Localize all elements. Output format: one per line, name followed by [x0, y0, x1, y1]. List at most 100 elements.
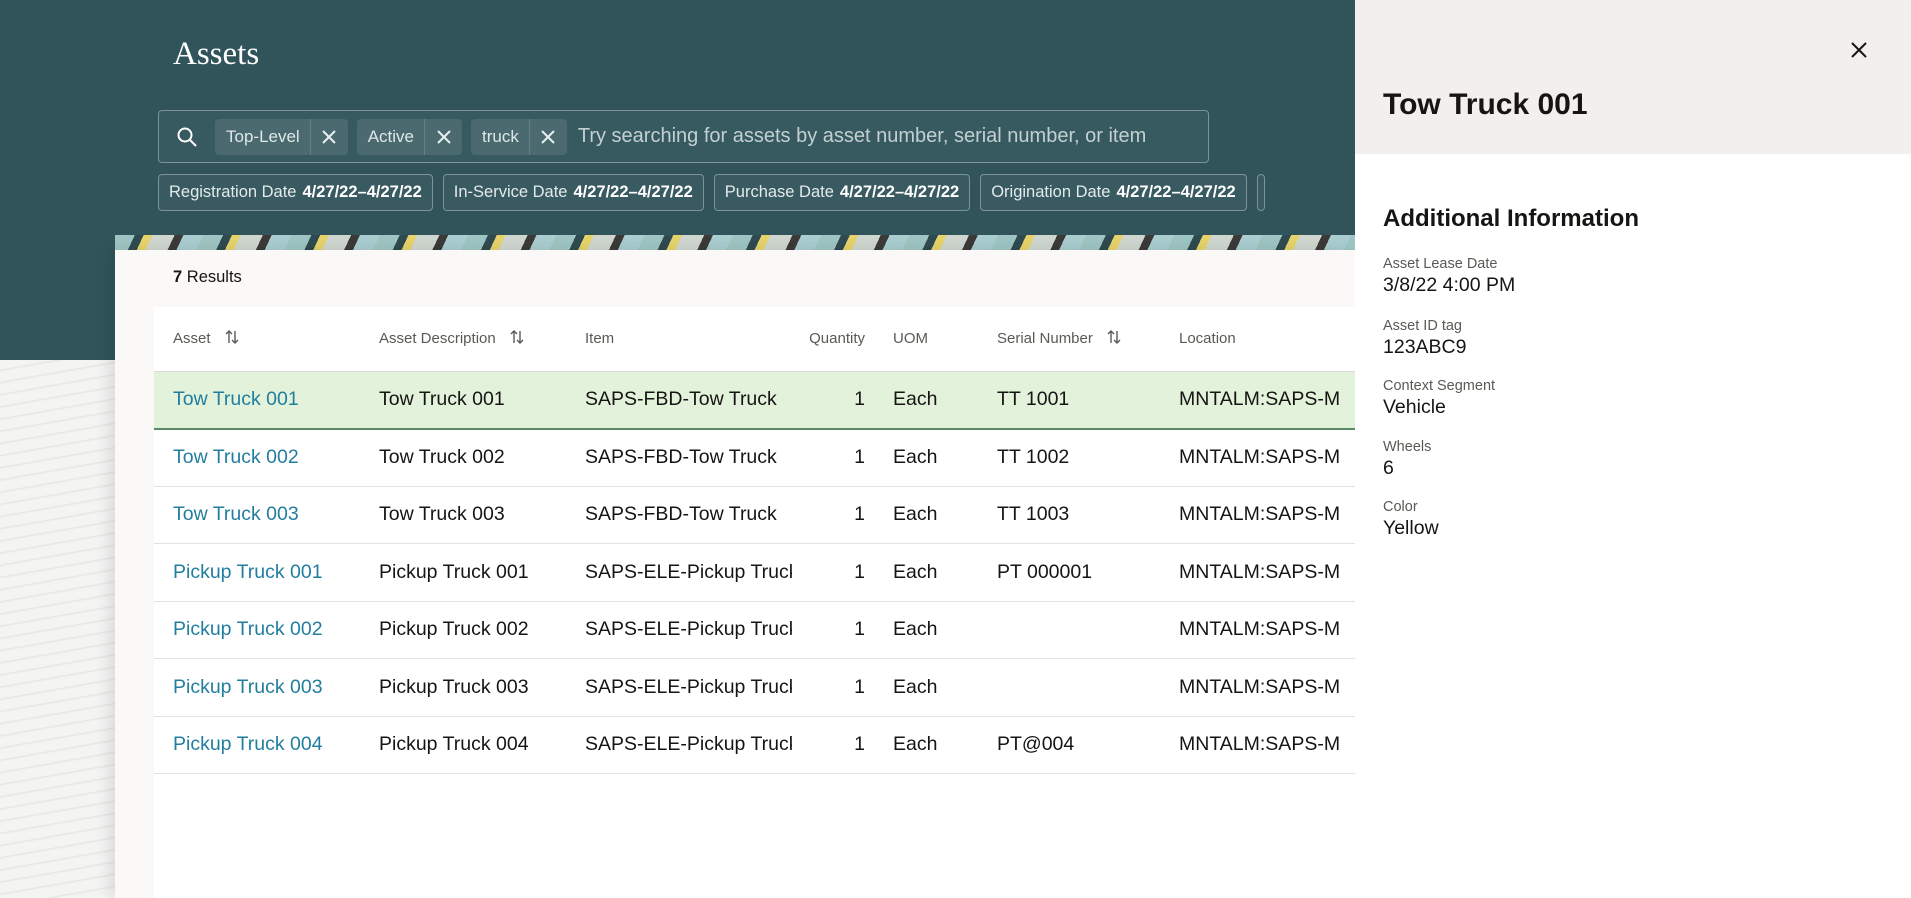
column-header-serial-number[interactable]: Serial Number — [978, 307, 1160, 372]
asset-description-cell: Pickup Truck 004 — [360, 716, 566, 774]
quantity-cell: 1 — [792, 371, 874, 430]
uom-cell: Each — [874, 371, 978, 430]
in-service-date-filter[interactable]: In-Service Date 4/27/22–4/27/22 — [442, 174, 704, 211]
page-title: Assets — [173, 36, 260, 72]
item-cell: SAPS-FBD-Tow Truck — [566, 486, 792, 544]
search-box[interactable]: Top-Level Active truck Try searching for… — [158, 110, 1209, 163]
table-row[interactable]: Tow Truck 001 Tow Truck 001 SAPS-FBD-Tow… — [154, 371, 1355, 430]
more-date-filter[interactable] — [1256, 174, 1265, 211]
registration-date-filter[interactable]: Registration Date 4/27/22–4/27/22 — [158, 174, 433, 211]
serial-number-cell: TT 1001 — [978, 371, 1160, 430]
item-cell: SAPS-ELE-Pickup Truck — [566, 543, 792, 602]
item-cell: SAPS-ELE-Pickup Truck — [566, 658, 792, 717]
table-row[interactable]: Pickup Truck 003 Pickup Truck 003 SAPS-E… — [154, 658, 1355, 717]
detail-drawer: Tow Truck 001 Additional Information Ass… — [1355, 0, 1911, 898]
location-cell: MNTALM:SAPS-M — [1160, 371, 1355, 430]
search-icon[interactable] — [159, 111, 215, 162]
asset-link[interactable]: Pickup Truck 004 — [154, 716, 360, 774]
column-header-asset[interactable]: Asset — [154, 307, 360, 372]
date-filter-bar: Registration Date 4/27/22–4/27/22 In-Ser… — [158, 174, 1265, 211]
asset-description-cell: Pickup Truck 003 — [360, 658, 566, 717]
asset-description-cell: Tow Truck 003 — [360, 486, 566, 544]
field-asset-lease-date: Asset Lease Date 3/8/22 4:00 PM — [1383, 256, 1515, 297]
table-row[interactable]: Pickup Truck 001 Pickup Truck 001 SAPS-E… — [154, 543, 1355, 602]
table-row[interactable]: Pickup Truck 002 Pickup Truck 002 SAPS-E… — [154, 601, 1355, 659]
asset-link[interactable]: Pickup Truck 001 — [154, 543, 360, 602]
serial-number-cell — [978, 601, 1160, 659]
filter-value: 4/27/22–4/27/22 — [302, 183, 422, 201]
asset-link[interactable]: Tow Truck 003 — [154, 486, 360, 544]
remove-chip-icon[interactable] — [309, 118, 348, 155]
field-label: Wheels — [1383, 439, 1432, 455]
remove-chip-icon[interactable] — [424, 118, 462, 155]
origination-date-filter[interactable]: Origination Date 4/27/22–4/27/22 — [980, 174, 1247, 211]
sort-icon[interactable] — [225, 329, 239, 349]
filter-chip-keyword: truck — [471, 118, 567, 155]
location-cell: MNTALM:SAPS-M — [1160, 428, 1355, 487]
close-icon[interactable] — [1847, 38, 1871, 62]
search-input[interactable]: Try searching for assets by asset number… — [578, 125, 1146, 148]
asset-description-cell: Pickup Truck 002 — [360, 601, 566, 659]
quantity-cell: 1 — [792, 658, 874, 717]
field-asset-id-tag: Asset ID tag 123ABC9 — [1383, 318, 1466, 359]
drawer-title: Tow Truck 001 — [1383, 88, 1588, 121]
table-row[interactable]: Tow Truck 002 Tow Truck 002 SAPS-FBD-Tow… — [154, 428, 1355, 487]
purchase-date-filter[interactable]: Purchase Date 4/27/22–4/27/22 — [713, 174, 971, 211]
quantity-cell: 1 — [792, 543, 874, 602]
remove-chip-icon[interactable] — [528, 118, 567, 155]
filter-chip-label: Active — [367, 126, 415, 146]
asset-link[interactable]: Tow Truck 002 — [154, 428, 360, 487]
table-row[interactable]: Pickup Truck 004 Pickup Truck 004 SAPS-E… — [154, 716, 1355, 774]
filter-chip-top-level: Top-Level — [215, 118, 348, 155]
filter-chip-active: Active — [356, 118, 463, 155]
serial-number-cell: PT@004 — [978, 716, 1160, 774]
quantity-cell: 1 — [792, 601, 874, 659]
filter-value: 4/27/22–4/27/22 — [1116, 183, 1236, 201]
asset-description-cell: Tow Truck 001 — [360, 371, 566, 430]
sort-icon[interactable] — [1107, 329, 1121, 349]
location-cell: MNTALM:SAPS-M — [1160, 716, 1355, 774]
location-cell: MNTALM:SAPS-M — [1160, 543, 1355, 602]
uom-cell: Each — [874, 486, 978, 544]
asset-link[interactable]: Pickup Truck 002 — [154, 601, 360, 659]
field-value: Vehicle — [1383, 396, 1446, 418]
filter-chip-label: truck — [482, 126, 519, 146]
column-header-location: Location — [1160, 307, 1355, 372]
filter-chip-label: Top-Level — [226, 126, 300, 146]
results-count: 7 Results — [173, 268, 242, 287]
filter-label: Registration Date — [169, 183, 297, 201]
column-header-asset-description[interactable]: Asset Description — [360, 307, 566, 372]
column-header-item: Item — [566, 307, 792, 372]
section-title: Additional Information — [1383, 205, 1639, 232]
field-value: 123ABC9 — [1383, 336, 1467, 358]
column-header-quantity: Quantity — [792, 307, 874, 372]
column-header-uom: UOM — [874, 307, 978, 372]
sort-icon[interactable] — [510, 329, 524, 349]
field-label: Asset Lease Date — [1383, 256, 1498, 272]
item-cell: SAPS-ELE-Pickup Truck — [566, 716, 792, 774]
asset-description-cell: Pickup Truck 001 — [360, 543, 566, 602]
asset-link[interactable]: Pickup Truck 003 — [154, 658, 360, 717]
field-value: 6 — [1383, 457, 1394, 479]
field-label: Asset ID tag — [1383, 318, 1462, 334]
results-number: 7 — [173, 268, 183, 286]
results-label: Results — [186, 268, 242, 286]
field-label: Color — [1383, 499, 1418, 515]
table-row[interactable]: Tow Truck 003 Tow Truck 003 SAPS-FBD-Tow… — [154, 486, 1355, 544]
quantity-cell: 1 — [792, 428, 874, 487]
quantity-cell: 1 — [792, 486, 874, 544]
uom-cell: Each — [874, 658, 978, 717]
item-cell: SAPS-FBD-Tow Truck — [566, 428, 792, 487]
field-value: Yellow — [1383, 517, 1439, 539]
field-context-segment: Context Segment Vehicle — [1383, 378, 1495, 419]
asset-link[interactable]: Tow Truck 001 — [154, 371, 360, 430]
location-cell: MNTALM:SAPS-M — [1160, 601, 1355, 659]
serial-number-cell: TT 1003 — [978, 486, 1160, 544]
uom-cell: Each — [874, 428, 978, 487]
item-cell: SAPS-ELE-Pickup Truck — [566, 601, 792, 659]
location-cell: MNTALM:SAPS-M — [1160, 658, 1355, 717]
serial-number-cell — [978, 658, 1160, 717]
quantity-cell: 1 — [792, 716, 874, 774]
assets-table: Asset Asset Description Item Quantity UO… — [154, 307, 1355, 898]
field-wheels: Wheels 6 — [1383, 439, 1431, 480]
